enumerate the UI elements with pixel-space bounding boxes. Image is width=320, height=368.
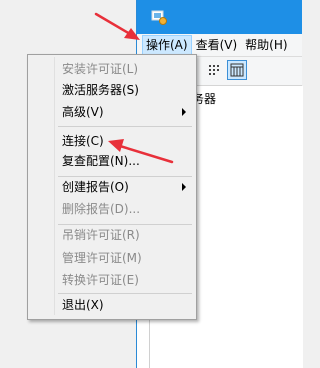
annotation-arrow-icon — [94, 12, 140, 40]
annotation-arrow-icon — [108, 139, 174, 164]
annotation-overlay — [94, 12, 174, 164]
